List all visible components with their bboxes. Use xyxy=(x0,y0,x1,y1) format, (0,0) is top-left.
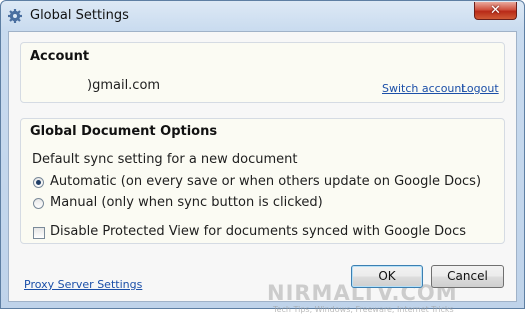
watermark-tagline: Tech Tips, Windows, Freeware, Internet T… xyxy=(273,305,454,314)
ok-button[interactable]: OK xyxy=(351,265,423,288)
title-bar[interactable]: Global Settings ✕ xyxy=(1,1,524,31)
manual-radio-label[interactable]: Manual (only when sync button is clicked… xyxy=(50,195,323,210)
cancel-button[interactable]: Cancel xyxy=(431,265,504,288)
global-settings-window: Global Settings ✕ Account )gmail.com Swi… xyxy=(0,0,525,314)
automatic-radio-label[interactable]: Automatic (on every save or when others … xyxy=(50,174,481,189)
window-title: Global Settings xyxy=(30,8,129,23)
proxy-server-settings-link[interactable]: Proxy Server Settings xyxy=(24,278,142,291)
account-heading: Account xyxy=(30,49,90,64)
protected-view-label[interactable]: Disable Protected View for documents syn… xyxy=(50,224,466,239)
logout-link[interactable]: Logout xyxy=(461,82,499,95)
document-options-heading: Global Document Options xyxy=(30,124,218,139)
gear-icon xyxy=(8,9,22,23)
document-options-group: Global Document Options Default sync set… xyxy=(20,118,505,244)
account-group: Account )gmail.com Switch account Logout xyxy=(20,42,505,103)
sync-setting-label: Default sync setting for a new document xyxy=(32,152,298,167)
switch-account-link[interactable]: Switch account xyxy=(382,82,466,95)
manual-radio[interactable] xyxy=(33,198,44,209)
close-button[interactable]: ✕ xyxy=(474,2,517,20)
automatic-radio[interactable] xyxy=(33,177,44,188)
close-icon: ✕ xyxy=(490,3,501,18)
account-email: )gmail.com xyxy=(87,78,161,93)
protected-view-checkbox[interactable] xyxy=(33,227,45,239)
dialog-body: Account )gmail.com Switch account Logout… xyxy=(8,31,517,314)
